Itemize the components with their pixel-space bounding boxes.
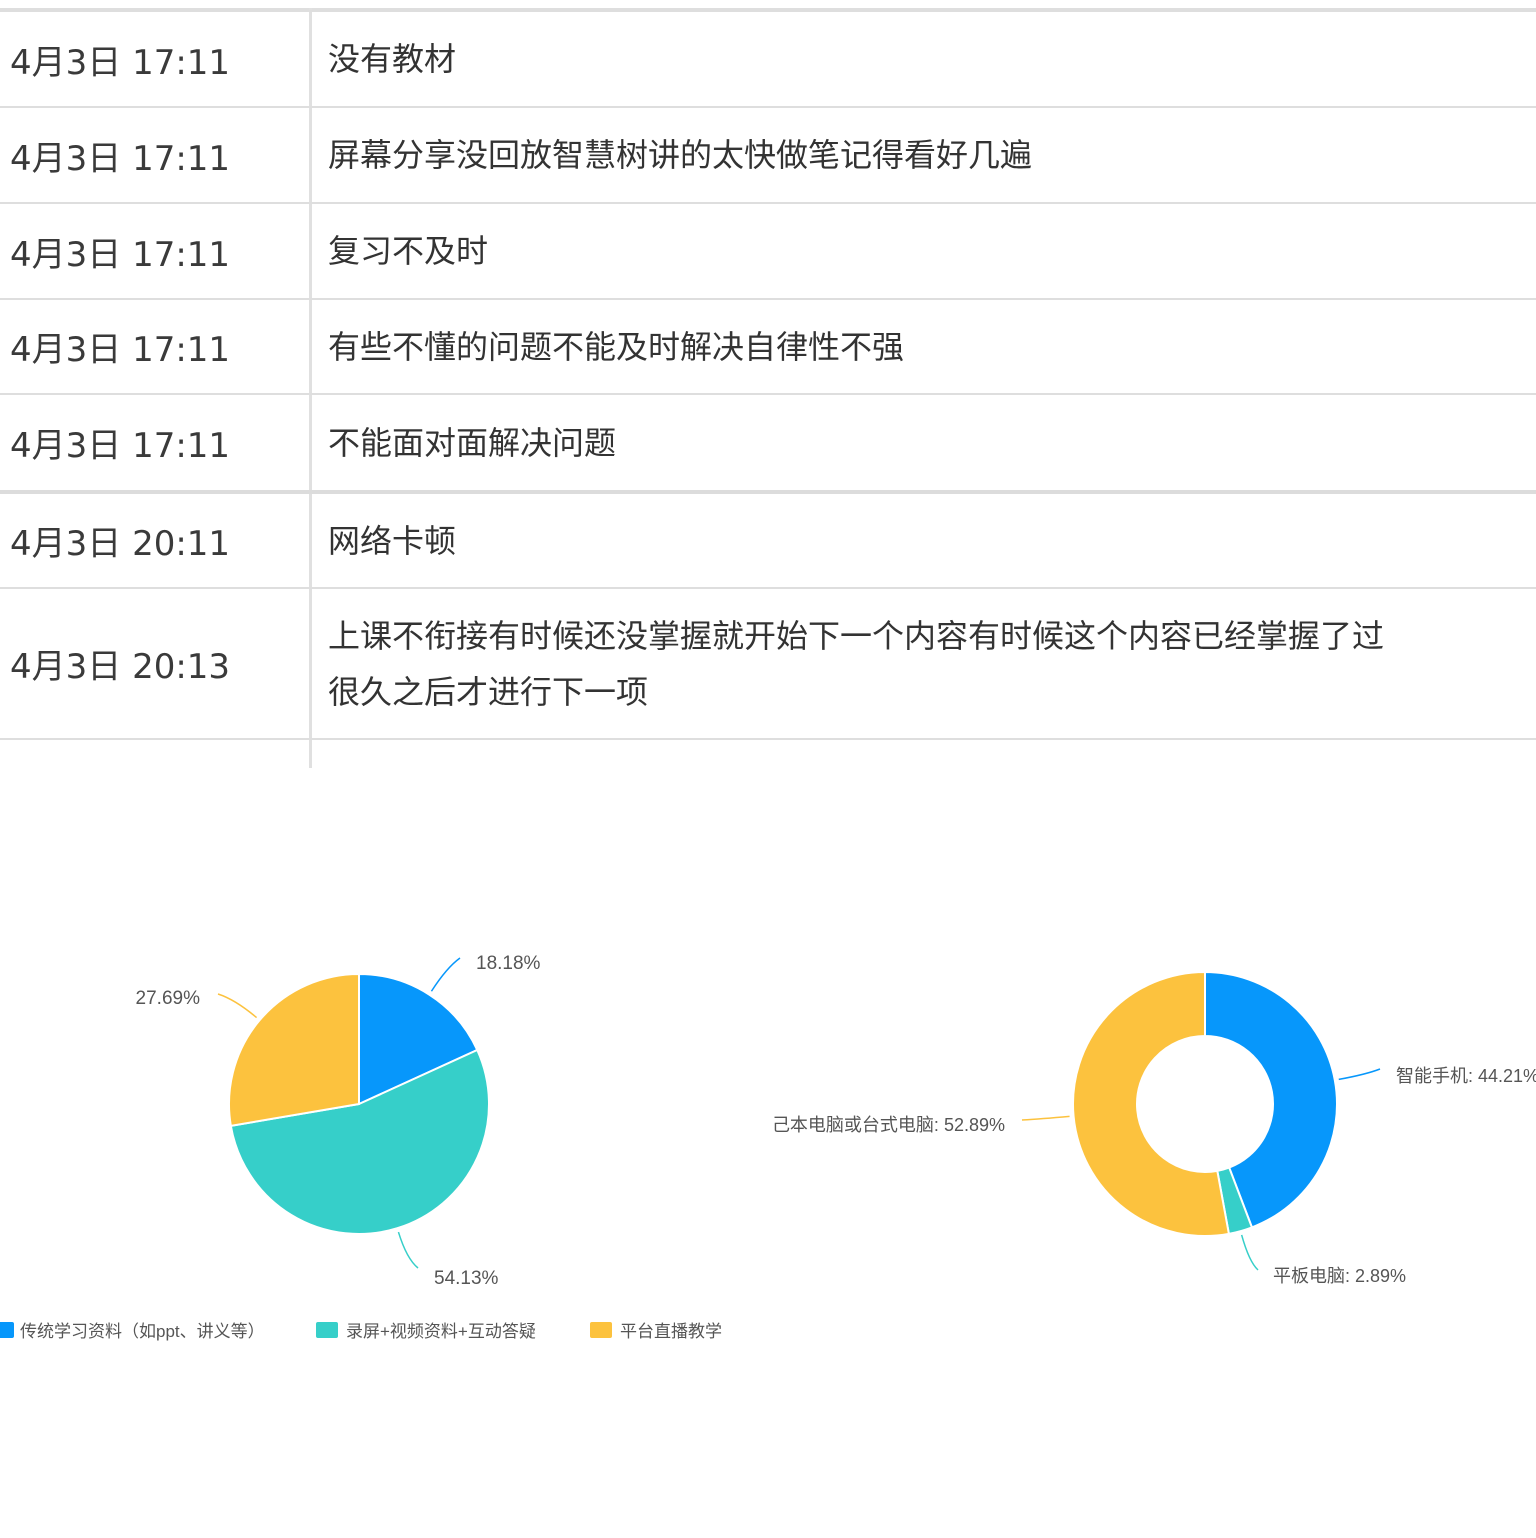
pie-slice	[1072, 970, 1231, 1237]
row-text: 不能面对面解决问题	[328, 423, 617, 462]
label-leader-line	[1240, 1234, 1259, 1271]
row-text: 屏幕分享没回放智慧树讲的太快做笔记得看好几遍	[328, 136, 1033, 174]
label-leader-line	[217, 993, 258, 1019]
legend-swatch	[316, 1322, 338, 1338]
slice-label: 54.13%	[434, 1268, 499, 1289]
row-time: 4月3日 17:11	[10, 138, 231, 179]
row-time: 4月3日 17:11	[10, 42, 231, 83]
legend-swatch	[590, 1322, 612, 1338]
legend-swatch	[0, 1322, 14, 1338]
table-row: 4月3日 20:11 网络卡顿	[0, 490, 1536, 587]
slice-label: 平板电脑: 2.89%	[1273, 1266, 1406, 1286]
slice-label: 己本电脑或台式电脑: 52.89%	[772, 1115, 1005, 1135]
legend-label: 录屏+视频资料+互动答疑	[346, 1322, 536, 1341]
slice-label: 27.69%	[136, 988, 201, 1009]
row-time: 4月3日 17:11	[10, 426, 231, 466]
row-text: 复习不及时	[328, 232, 489, 270]
legend-label: 平台直播教学	[620, 1322, 722, 1341]
slice-label: 智能手机: 44.21%	[1396, 1066, 1536, 1086]
label-leader-line	[1021, 1115, 1070, 1121]
row-text: 有些不懂的问题不能及时解决自律性不强	[328, 327, 905, 366]
charts-svg: 18.18% 54.13% 27.69% 智能手机: 44.21% 平板电脑: 2.89…	[0, 953, 1536, 1341]
label-leader-line	[397, 1231, 419, 1269]
table-row: 4月3日 17:11 复习不及时	[0, 202, 1536, 298]
table-row: 4月3日 20:13 上课不衔接有时候还没掌握就开始下一个内容有时候这个内容已经掌…	[0, 587, 1536, 738]
pie-slice	[228, 972, 360, 1128]
table-row: 4月3日 17:11 有些不懂的问题不能及时解决自律性不强	[0, 298, 1536, 393]
table-row-partial	[0, 738, 1536, 768]
row-time: 4月3日 20:13	[10, 647, 231, 687]
row-time: 4月3日 17:11	[10, 330, 231, 370]
row-text: 没有教材	[328, 40, 457, 78]
row-time: 4月3日 17:11	[10, 234, 231, 275]
row-time: 4月3日 20:11	[10, 524, 231, 564]
response-table: 4月3日 17:11 没有教材 4月3日 17:11 屏幕分享没回放智慧树讲的太快做笔…	[0, 0, 1536, 768]
charts-area: 18.18% 54.13% 27.69% 智能手机: 44.21% 平板电脑: 2.89…	[0, 768, 1536, 1534]
legend-label: 传统学习资料（如ppt、讲义等）	[20, 1322, 265, 1341]
label-leader-line	[1338, 1068, 1381, 1081]
table-row: 4月3日 17:11 没有教材	[0, 10, 1536, 106]
table-row: 4月3日 17:11 不能面对面解决问题	[0, 393, 1536, 490]
row-text: 网络卡顿	[328, 521, 457, 560]
label-leader-line	[430, 957, 461, 992]
slice-label: 18.18%	[476, 953, 541, 974]
row-text: 上课不衔接有时候还没掌握就开始下一个内容有时候这个内容已经掌握了过 很久之后才进…	[328, 616, 1385, 711]
table-row: 4月3日 17:11 屏幕分享没回放智慧树讲的太快做笔记得看好几遍	[0, 106, 1536, 202]
